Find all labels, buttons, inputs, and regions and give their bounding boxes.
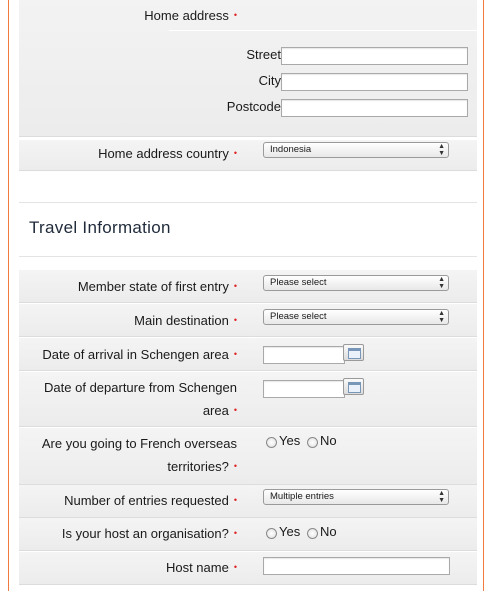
required-marker: • <box>233 281 237 291</box>
required-marker: • <box>233 528 237 538</box>
home-address-label: Home address • <box>144 8 237 23</box>
required-marker: • <box>233 148 237 158</box>
host-org-yes-radio[interactable] <box>266 528 277 539</box>
departure-date-input[interactable] <box>263 380 345 398</box>
street-label: Street <box>246 47 281 62</box>
updown-arrow-icon: ▲ ▼ <box>438 310 445 324</box>
host-org-row: Is your host an organisation? • Yes No <box>19 518 477 551</box>
main-destination-row: Main destination • Please select ▲ ▼ <box>19 304 477 337</box>
overseas-yes-radio[interactable] <box>266 437 277 448</box>
required-marker: • <box>233 495 237 505</box>
home-address-country-label: Home address country • <box>98 146 237 161</box>
form-frame: Home address • Street City Postcode Home … <box>8 0 484 591</box>
entries-select[interactable]: Multiple entries ▲ ▼ <box>263 489 449 505</box>
overseas-label-line1: Are you going to French overseas <box>41 436 237 451</box>
street-input[interactable] <box>281 47 468 65</box>
overseas-no-label[interactable]: No <box>320 433 337 449</box>
required-marker: • <box>233 10 237 20</box>
arrival-date-row: Date of arrival in Schengen area • <box>19 338 477 371</box>
host-org-no-radio[interactable] <box>307 528 318 539</box>
home-address-row: Home address • Street City Postcode <box>19 0 479 137</box>
section-divider <box>19 202 477 203</box>
section-title: Travel Information <box>29 218 171 237</box>
section-divider <box>19 256 477 257</box>
member-state-row: Member state of first entry • Please sele… <box>19 270 477 303</box>
updown-arrow-icon: ▲ ▼ <box>438 276 445 290</box>
required-marker: • <box>233 349 237 359</box>
member-state-label: Member state of first entry • <box>77 279 237 294</box>
home-address-country-row: Home address country • Indonesia ▲ ▼ <box>19 140 477 171</box>
departure-date-label-line2: area • <box>202 403 237 418</box>
entries-label: Number of entries requested • <box>64 493 237 508</box>
arrival-date-input[interactable] <box>263 346 345 364</box>
overseas-no-radio[interactable] <box>307 437 318 448</box>
departure-date-row: Date of departure from Schengen area • <box>19 372 477 427</box>
departure-date-label-line1: Date of departure from Schengen <box>44 380 237 395</box>
city-label: City <box>258 73 281 88</box>
updown-arrow-icon: ▲ ▼ <box>438 143 445 157</box>
overseas-label-line2: territories? • <box>167 459 237 474</box>
host-org-label: Is your host an organisation? • <box>61 526 237 541</box>
host-name-label: Host name • <box>165 560 237 575</box>
required-marker: • <box>233 405 237 415</box>
updown-arrow-icon: ▲ ▼ <box>438 490 445 504</box>
host-name-input[interactable] <box>263 557 450 575</box>
postcode-input[interactable] <box>281 99 468 117</box>
host-org-yes-label[interactable]: Yes <box>279 524 300 540</box>
arrival-date-label: Date of arrival in Schengen area • <box>42 347 237 362</box>
home-address-country-select[interactable]: Indonesia ▲ ▼ <box>263 142 449 158</box>
overseas-yes-label[interactable]: Yes <box>279 433 300 449</box>
entries-row: Number of entries requested • Multiple en… <box>19 485 477 518</box>
divider <box>169 30 479 31</box>
calendar-icon[interactable] <box>343 378 364 395</box>
host-org-no-label[interactable]: No <box>320 524 337 540</box>
main-destination-select[interactable]: Please select ▲ ▼ <box>263 309 449 325</box>
required-marker: • <box>233 315 237 325</box>
main-destination-label: Main destination • <box>134 313 237 328</box>
overseas-row: Are you going to French overseas territo… <box>19 428 477 485</box>
calendar-icon[interactable] <box>343 344 364 361</box>
required-marker: • <box>233 461 237 471</box>
required-marker: • <box>233 562 237 572</box>
postcode-label: Postcode <box>226 99 281 114</box>
member-state-select[interactable]: Please select ▲ ▼ <box>263 275 449 291</box>
city-input[interactable] <box>281 73 468 91</box>
host-name-row: Host name • <box>19 552 477 585</box>
